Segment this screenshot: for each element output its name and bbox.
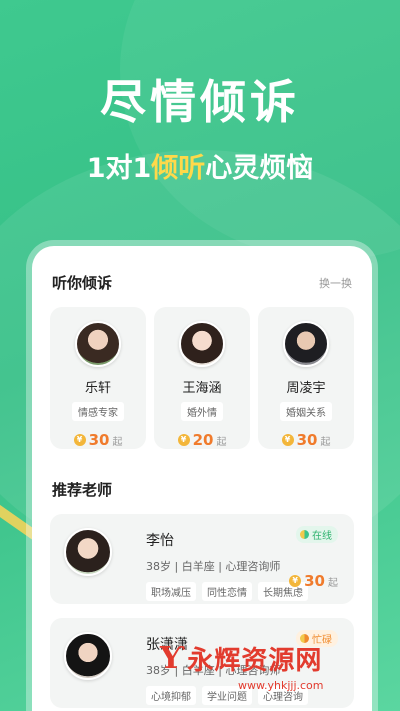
teacher-tag: 职场减压 — [146, 582, 196, 601]
status-dot-icon — [300, 530, 309, 539]
avatar — [64, 528, 112, 576]
coin-icon: ¥ — [73, 434, 86, 446]
watermark-main: Ƴ 永辉资源网 — [160, 640, 322, 677]
coin-icon: ¥ — [177, 434, 190, 446]
listener-tag: 婚姻关系 — [280, 402, 332, 421]
section-title: 听你倾诉 — [52, 274, 113, 292]
listener-list: 乐轩 情感专家 ¥ 30 起 王海涵 婚外情 ¥ 20 起 周凌宇 婚姻关系 ¥ — [32, 307, 372, 449]
teacher-tag: 同性恋情 — [202, 582, 252, 601]
teacher-card[interactable]: 李怡 38岁 | 白羊座 | 心理咨询师 职场减压 同性恋情 长期焦虑 在线 ¥… — [50, 514, 354, 604]
avatar — [283, 321, 329, 367]
listener-card[interactable]: 乐轩 情感专家 ¥ 30 起 — [50, 307, 146, 449]
listener-tag: 婚外情 — [181, 402, 223, 421]
listener-name: 周凌宇 — [286, 381, 326, 396]
listener-card[interactable]: 王海涵 婚外情 ¥ 20 起 — [154, 307, 250, 449]
avatar — [64, 632, 112, 680]
section-title: 推荐老师 — [52, 481, 113, 499]
coin-icon: ¥ — [281, 434, 294, 446]
watermark-brand: 永辉资源网 — [187, 645, 323, 676]
listen-section-header: 听你倾诉 换一换 — [32, 272, 372, 293]
listener-name: 王海涵 — [182, 381, 222, 396]
avatar — [179, 321, 225, 367]
coin-icon: ¥ — [289, 575, 302, 587]
refresh-link[interactable]: 换一换 — [319, 275, 352, 291]
hero-title: 尽情倾诉 — [100, 75, 300, 129]
price: ¥ 30 起 — [73, 431, 122, 449]
watermark-url: www.yhkjjj.com — [238, 678, 324, 692]
price: ¥ 30 起 — [281, 431, 330, 449]
watermark-logo-icon: Ƴ — [160, 640, 182, 676]
price: ¥ 30 起 — [289, 572, 338, 590]
price: ¥ 20 起 — [177, 431, 226, 449]
hero-subtitle: 1对1倾听心灵烦恼 — [86, 153, 314, 184]
status-badge: 在线 — [296, 526, 338, 543]
teacher-section-header: 推荐老师 — [32, 479, 372, 500]
avatar — [75, 321, 121, 367]
listener-name: 乐轩 — [84, 381, 111, 396]
watermark: Ƴ 永辉资源网 www.yhkjjj.com — [160, 620, 400, 711]
listener-card[interactable]: 周凌宇 婚姻关系 ¥ 30 起 — [258, 307, 354, 449]
listener-tag: 情感专家 — [72, 402, 124, 421]
